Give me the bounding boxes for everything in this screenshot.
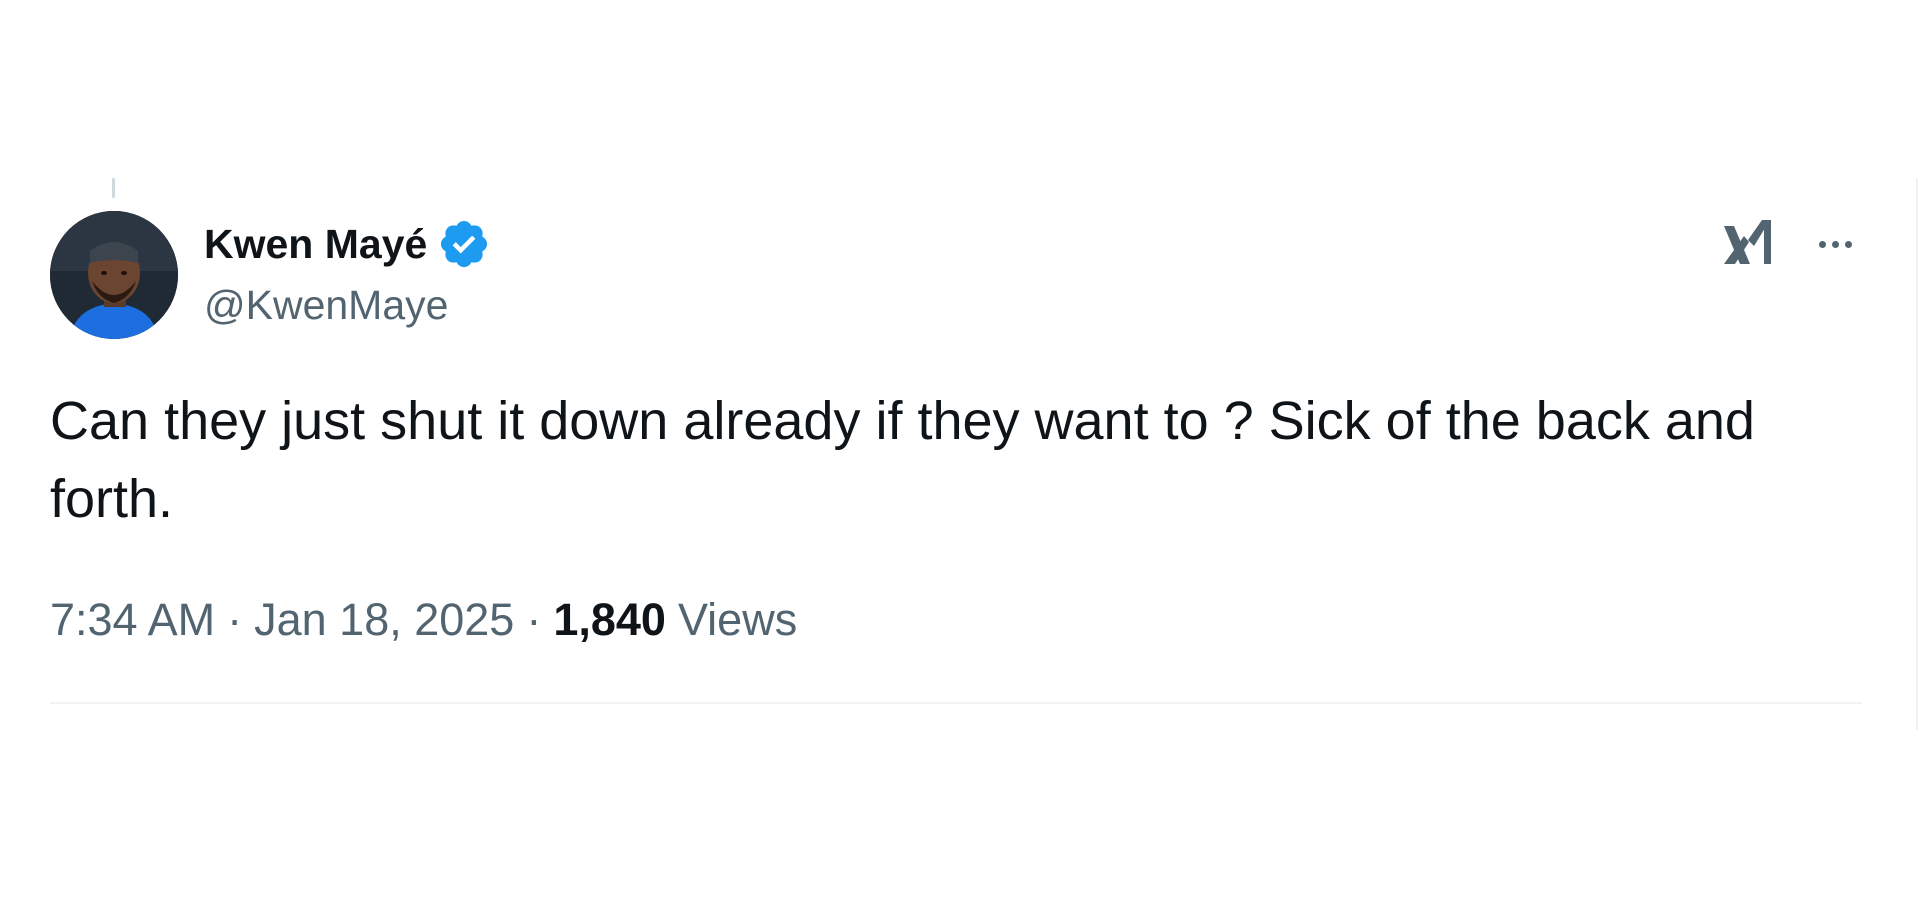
tweet-date[interactable]: Jan 18, 2025 bbox=[254, 594, 514, 646]
verified-badge-icon bbox=[441, 220, 488, 268]
more-icon-dot bbox=[1831, 240, 1839, 248]
author-handle[interactable]: @KwenMaye bbox=[204, 282, 448, 329]
more-icon-dot bbox=[1818, 240, 1826, 248]
tweet-text: Can they just shut it down already if th… bbox=[50, 391, 1755, 529]
views-label: Views bbox=[677, 594, 798, 645]
tweet-time[interactable]: 7:34 AM bbox=[50, 594, 215, 646]
more-icon-dot bbox=[1844, 240, 1852, 248]
divider bbox=[50, 702, 1862, 704]
avatar[interactable] bbox=[50, 211, 178, 339]
timeline-border bbox=[1916, 178, 1918, 730]
author-display-name[interactable]: Kwen Mayé bbox=[204, 221, 427, 268]
thread-connector-line bbox=[112, 178, 115, 198]
meta-separator: · bbox=[227, 594, 243, 645]
author-name-row: Kwen Mayé bbox=[204, 218, 491, 270]
tweet-card: Kwen Mayé @KwenMaye Can they just shut i… bbox=[0, 0, 1920, 900]
more-icon[interactable] bbox=[1810, 224, 1860, 264]
views-count: 1,840 bbox=[553, 594, 666, 645]
x-logo-icon[interactable] bbox=[1722, 212, 1776, 268]
tweet-meta: 7:34 AM · Jan 18, 2025 · 1,840 Views bbox=[50, 590, 797, 650]
meta-separator: · bbox=[526, 594, 542, 645]
